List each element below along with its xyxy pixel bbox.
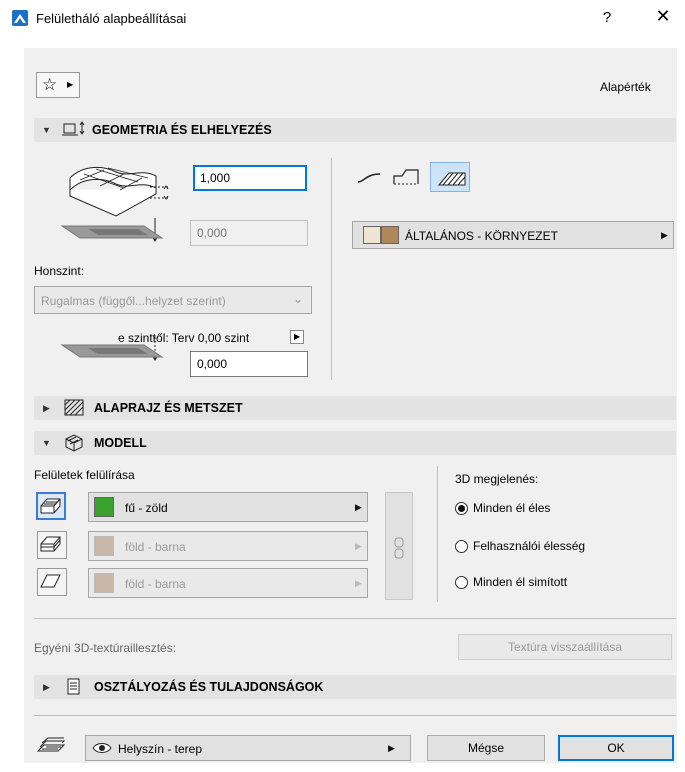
story-select-value: Rugalmas (függől...helyzet szerint) [41,294,226,308]
vertical-divider [437,466,438,602]
eye-icon [92,740,112,759]
star-icon: ☆ [42,75,58,94]
favorites-button[interactable]: ☆ ▶ [36,72,80,98]
chevron-down-icon: ⌄ [293,292,304,306]
story-label: Honszint: [34,264,85,278]
model-icon [62,433,86,456]
default-label: Alapérték [600,80,651,94]
section-floorplan-header[interactable]: ▶ ALAPRAJZ ÉS METSZET [34,396,676,420]
material-swatch-b [381,226,399,244]
expand-icon: ▶ [43,682,50,692]
surface-select-top[interactable]: fű - zöld ▶ [88,492,368,522]
section-title: ALAPRAJZ ÉS METSZET [94,401,243,415]
mesh-height-illustration [64,158,174,221]
story-link-button[interactable]: ▶ [290,330,304,344]
story-select: Rugalmas (függől...helyzet szerint) ⌄ [34,286,312,314]
chevron-right-icon: ▶ [355,541,362,551]
chevron-right-icon: ▶ [67,80,74,89]
section-title: OSZTÁLYOZÁS ÉS TULAJDONSÁGOK [94,680,324,694]
radio-sharp[interactable] [455,502,468,515]
radio-custom-label: Felhasználói élesség [473,539,586,553]
document-icon [66,678,82,699]
section-title: MODELL [94,436,147,450]
solid-mesh-icon[interactable] [430,162,470,192]
story-offset-input[interactable] [190,351,308,377]
section-classification-header[interactable]: ▶ OSZTÁLYOZÁS ÉS TULAJDONSÁGOK [34,675,676,699]
window-title: Felületháló alapbeállításai [36,11,187,26]
collapse-icon: ▼ [42,438,51,448]
mesh-height-input[interactable] [193,165,307,191]
horizontal-divider [34,618,676,619]
surface-material-select[interactable]: ÁLTALÁNOS - KÖRNYEZET ▶ [352,221,674,249]
vertical-divider [331,158,332,380]
floorplan-icon [64,399,86,420]
section-geometry-header[interactable]: ▼ GEOMETRIA ÉS ELHELYEZÉS [34,118,676,142]
chevron-right-icon: ▶ [294,332,301,341]
section-model-header[interactable]: ▼ MODELL [34,431,676,455]
surface-name: föld - barna [125,540,186,554]
side-surface-icon[interactable] [37,531,67,559]
reset-texture-button: Textúra visszaállítása [458,634,672,660]
surface-select-side: föld - barna ▶ [88,531,368,561]
material-name: ÁLTALÁNOS - KÖRNYEZET [405,229,558,243]
surface-name: föld - barna [125,577,186,591]
expand-icon: ▶ [43,403,50,413]
curved-edge-icon[interactable] [356,168,382,191]
layer-select[interactable]: Helyszín - terep ▶ [85,735,411,761]
chain-link-button[interactable] [385,492,413,600]
help-button[interactable]: ? [592,9,622,29]
close-button[interactable]: ✕ [648,6,678,32]
cancel-button[interactable]: Mégse [427,735,545,761]
base-height-input [190,220,308,246]
layer-name: Helyszín - terep [118,742,203,756]
layer-icon [36,737,66,760]
app-icon [12,10,28,26]
ok-button[interactable]: OK [558,735,674,761]
surface-swatch [94,573,114,593]
base-plane-illustration [58,218,168,251]
collapse-icon: ▼ [42,125,51,135]
surface-swatch [94,536,114,556]
surface-select-bottom: föld - barna ▶ [88,568,368,598]
overrides-label: Felületek felülírása [34,468,135,482]
texture-label: Egyéni 3D-textúraillesztés: [34,641,177,655]
chevron-right-icon: ▶ [355,502,362,512]
chevron-right-icon: ▶ [355,578,362,588]
story-offset-illustration [58,337,168,370]
chevron-right-icon: ▶ [661,230,668,240]
bottom-surface-icon[interactable] [37,568,67,596]
surface-name: fű - zöld [125,501,168,515]
horizontal-divider [34,715,676,716]
chevron-right-icon: ▶ [388,743,395,753]
top-surface-icon[interactable] [36,492,66,520]
section-title: GEOMETRIA ÉS ELHELYEZÉS [92,123,272,137]
view3d-label: 3D megjelenés: [455,472,539,486]
outline-edge-icon[interactable] [392,166,422,191]
geometry-icon [62,121,88,142]
surface-swatch [94,497,114,517]
material-swatch-a [363,226,381,244]
radio-smooth[interactable] [455,576,468,589]
radio-sharp-label: Minden él éles [473,501,551,515]
radio-smooth-label: Minden él simított [473,575,568,589]
radio-custom[interactable] [455,540,468,553]
chain-icon [392,537,406,562]
